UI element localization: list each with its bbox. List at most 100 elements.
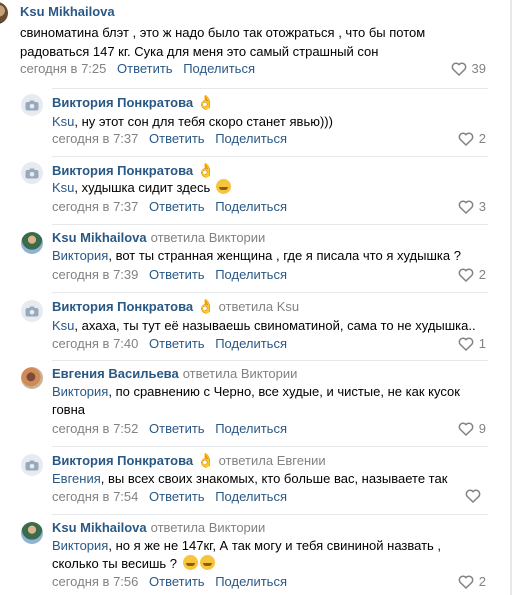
avatar[interactable] bbox=[21, 300, 43, 322]
reply-button[interactable]: Ответить bbox=[149, 336, 205, 351]
reply-comment: Ksu Mikhailova ответила Виктории Виктория… bbox=[0, 514, 500, 595]
reply-text: Виктория, но я же не 147кг, А так могу и… bbox=[52, 538, 442, 571]
share-button[interactable]: Поделиться bbox=[215, 574, 287, 589]
ok-hand-emoji: 👌 bbox=[197, 452, 215, 468]
comment-author[interactable]: Ksu Mikhailova bbox=[20, 4, 115, 19]
reply-author[interactable]: Виктория Понкратова bbox=[52, 453, 193, 468]
reply-meta: сегодня в 7:56 Ответить Поделиться bbox=[52, 574, 287, 589]
reply-text: Ksu, худышка сидит здесь bbox=[52, 179, 492, 197]
heart-icon bbox=[458, 575, 474, 589]
like-count: 2 bbox=[478, 574, 486, 589]
reply-author[interactable]: Виктория Понкратова bbox=[52, 299, 193, 314]
share-button[interactable]: Поделиться bbox=[215, 131, 287, 146]
reply-button[interactable]: Ответить bbox=[149, 267, 205, 282]
like-count: 9 bbox=[478, 421, 486, 436]
reply-header: Ksu Mikhailova ответила Виктории bbox=[52, 520, 265, 535]
reply-button[interactable]: Ответить bbox=[149, 574, 205, 589]
like-button[interactable]: 1 bbox=[458, 336, 486, 351]
laughing-emoji bbox=[182, 555, 198, 570]
avatar[interactable] bbox=[21, 522, 43, 544]
comment-date[interactable]: сегодня в 7:25 bbox=[20, 61, 106, 76]
like-count: 3 bbox=[478, 199, 486, 214]
avatar[interactable] bbox=[0, 2, 8, 24]
avatar[interactable] bbox=[21, 454, 43, 476]
laughing-emoji bbox=[199, 555, 215, 570]
reply-author[interactable]: Ksu Mikhailova bbox=[52, 230, 147, 245]
reply-author[interactable]: Виктория Понкратова bbox=[52, 95, 193, 110]
reply-meta: сегодня в 7:37 Ответить Поделиться bbox=[52, 131, 287, 146]
ok-hand-emoji: 👌 bbox=[197, 94, 215, 110]
like-button[interactable]: 2 bbox=[458, 131, 486, 146]
divider bbox=[52, 514, 488, 515]
reply-button[interactable]: Ответить bbox=[149, 421, 205, 436]
avatar[interactable] bbox=[21, 232, 43, 254]
share-button[interactable]: Поделиться bbox=[215, 199, 287, 214]
comment: Ksu Mikhailova свиноматина блэт , это ж … bbox=[0, 0, 500, 90]
reply-addressee[interactable]: Виктория bbox=[52, 384, 108, 399]
replied-to[interactable]: ответила Виктории bbox=[151, 520, 266, 535]
reply-addressee[interactable]: Ksu bbox=[52, 180, 74, 195]
reply-author[interactable]: Ksu Mikhailova bbox=[52, 520, 147, 535]
avatar[interactable] bbox=[21, 367, 43, 389]
reply-addressee[interactable]: Ksu bbox=[52, 318, 74, 333]
laughing-emoji bbox=[215, 179, 231, 194]
divider bbox=[52, 88, 488, 89]
camera-icon bbox=[25, 100, 39, 110]
like-button[interactable]: 2 bbox=[458, 574, 486, 589]
like-count: 1 bbox=[478, 336, 486, 351]
reply-date[interactable]: сегодня в 7:40 bbox=[52, 336, 138, 351]
heart-icon bbox=[465, 489, 481, 503]
reply-button[interactable]: Ответить bbox=[149, 131, 205, 146]
reply-button[interactable]: Ответить bbox=[117, 61, 173, 76]
reply-meta: сегодня в 7:40 Ответить Поделиться bbox=[52, 336, 287, 351]
camera-icon bbox=[25, 168, 39, 178]
share-button[interactable]: Поделиться bbox=[183, 61, 255, 76]
like-button[interactable]: 2 bbox=[458, 267, 486, 282]
reply-date[interactable]: сегодня в 7:54 bbox=[52, 489, 138, 504]
avatar[interactable] bbox=[21, 94, 43, 116]
reply-button[interactable]: Ответить bbox=[149, 489, 205, 504]
reply-date[interactable]: сегодня в 7:56 bbox=[52, 574, 138, 589]
like-button[interactable]: 9 bbox=[458, 421, 486, 436]
reply-date[interactable]: сегодня в 7:37 bbox=[52, 131, 138, 146]
reply-addressee[interactable]: Виктория bbox=[52, 248, 108, 263]
reply-addressee[interactable]: Евгения bbox=[52, 471, 101, 486]
divider bbox=[52, 292, 488, 293]
reply-header: Евгения Васильева ответила Виктории bbox=[52, 366, 297, 381]
reply-date[interactable]: сегодня в 7:37 bbox=[52, 199, 138, 214]
divider bbox=[52, 156, 488, 157]
reply-author[interactable]: Евгения Васильева bbox=[52, 366, 179, 381]
like-count: 39 bbox=[471, 61, 486, 76]
share-button[interactable]: Поделиться bbox=[215, 336, 287, 351]
heart-icon bbox=[458, 132, 474, 146]
divider bbox=[52, 446, 488, 447]
reply-meta: сегодня в 7:54 Ответить Поделиться bbox=[52, 489, 287, 504]
reply-date[interactable]: сегодня в 7:39 bbox=[52, 267, 138, 282]
reply-comment: Евгения Васильева ответила Виктории Викто… bbox=[0, 360, 500, 446]
reply-button[interactable]: Ответить bbox=[149, 199, 205, 214]
reply-date[interactable]: сегодня в 7:52 bbox=[52, 421, 138, 436]
reply-comment: Виктория Понкратова 👌 Ksu, худышка сидит … bbox=[0, 156, 500, 224]
like-button[interactable]: 39 bbox=[451, 61, 486, 76]
like-count: 2 bbox=[478, 131, 486, 146]
camera-icon bbox=[25, 460, 39, 470]
reply-addressee[interactable]: Ksu bbox=[52, 114, 74, 129]
heart-icon bbox=[451, 62, 466, 76]
like-button[interactable] bbox=[465, 489, 486, 503]
replied-to[interactable]: ответила Ksu bbox=[219, 299, 300, 314]
reply-meta: сегодня в 7:39 Ответить Поделиться bbox=[52, 267, 287, 282]
replied-to[interactable]: ответила Виктории bbox=[183, 366, 298, 381]
comment-meta: сегодня в 7:25 Ответить Поделиться bbox=[20, 61, 255, 76]
like-button[interactable]: 3 bbox=[458, 199, 486, 214]
reply-header: Виктория Понкратова 👌 bbox=[52, 162, 215, 179]
reply-author[interactable]: Виктория Понкратова bbox=[52, 163, 193, 178]
avatar[interactable] bbox=[21, 162, 43, 184]
reply-comment: Виктория Понкратова 👌 Ksu, ну этот сон дл… bbox=[0, 88, 500, 156]
share-button[interactable]: Поделиться bbox=[215, 489, 287, 504]
share-button[interactable]: Поделиться bbox=[215, 421, 287, 436]
share-button[interactable]: Поделиться bbox=[215, 267, 287, 282]
replied-to[interactable]: ответила Виктории bbox=[151, 230, 266, 245]
reply-addressee[interactable]: Виктория bbox=[52, 538, 108, 553]
replied-to[interactable]: ответила Евгении bbox=[219, 453, 326, 468]
reply-header: Виктория Понкратова 👌 ответила Евгении bbox=[52, 452, 326, 469]
